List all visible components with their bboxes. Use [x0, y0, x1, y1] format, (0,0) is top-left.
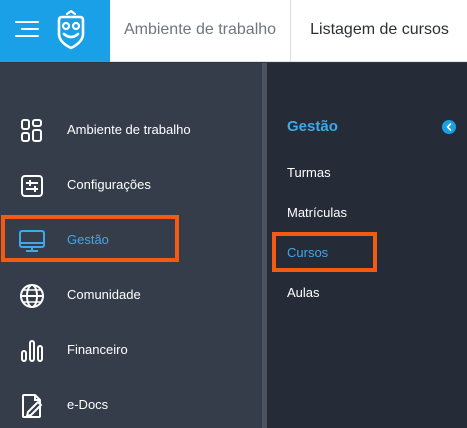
breadcrumb-dashboard[interactable]: Ambiente de trabalho	[110, 0, 291, 62]
sidebar-item-dashboard[interactable]: Ambiente de trabalho	[0, 103, 262, 157]
document-edit-icon	[22, 394, 42, 418]
collapse-button[interactable]	[442, 120, 456, 134]
owl-logo-icon	[57, 10, 85, 50]
sidebar-item-settings[interactable]: Configurações	[0, 158, 262, 212]
top-bar: Ambiente de trabalho Listagem de cursos	[0, 0, 467, 62]
sidebar-item-label: e-Docs	[67, 397, 109, 412]
sidebar-item-community[interactable]: Comunidade	[0, 268, 262, 322]
globe-icon	[20, 284, 44, 308]
sidebar-item-finance[interactable]: Financeiro	[0, 323, 262, 377]
sidebar-item-edocs[interactable]: e-Docs	[0, 378, 262, 428]
breadcrumb-course-listing[interactable]: Listagem de cursos	[292, 0, 467, 62]
sidebar-item-gestao[interactable]: Gestão	[0, 213, 262, 267]
brand-area	[0, 0, 110, 62]
sidebar-item-label: Ambiente de trabalho	[67, 122, 191, 137]
chevron-left-icon	[446, 123, 452, 131]
submenu-item-turmas[interactable]: Turmas	[287, 165, 331, 180]
submenu-panel: Gestão Turmas Matrículas Cursos Aulas	[267, 63, 467, 428]
submenu-item-matriculas[interactable]: Matrículas	[287, 205, 347, 220]
bar-chart-icon	[21, 340, 43, 362]
dashboard-grid-icon	[21, 119, 42, 142]
sidebar-item-label: Financeiro	[67, 342, 128, 357]
submenu-title: Gestão	[287, 118, 338, 135]
submenu-item-aulas[interactable]: Aulas	[287, 285, 320, 300]
sidebar-item-label: Configurações	[67, 177, 151, 192]
sidebar-item-label: Comunidade	[67, 287, 141, 302]
hamburger-menu-icon[interactable]	[13, 18, 39, 42]
submenu-item-cursos[interactable]: Cursos	[287, 245, 328, 260]
settings-sliders-icon	[21, 175, 43, 197]
monitor-icon	[19, 230, 45, 252]
sidebar: Ambiente de trabalho Configurações Gestã…	[0, 63, 262, 428]
sidebar-item-label: Gestão	[67, 232, 109, 247]
